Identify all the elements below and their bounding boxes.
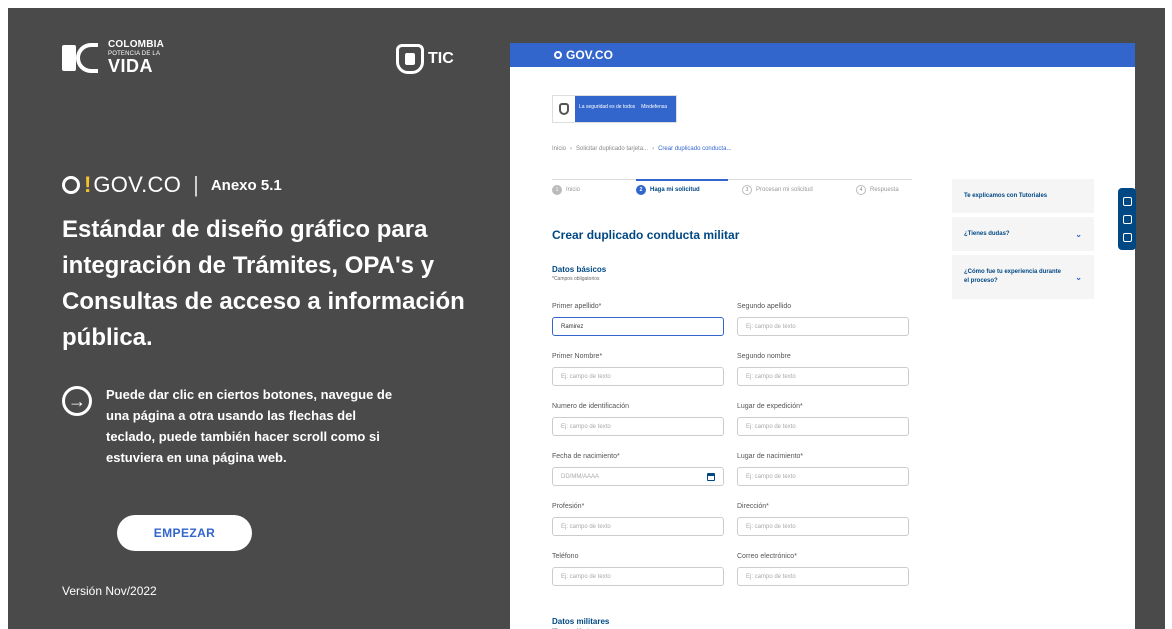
govco-icon — [62, 176, 80, 194]
field-primer-nombre: Primer Nombre* Ej: campo de texto — [552, 353, 724, 386]
mintic-logo: TIC — [396, 44, 454, 74]
chevron-down-icon: ⌄ — [1075, 229, 1082, 239]
field-telefono: Teléfono Ej: campo de texto — [552, 553, 724, 586]
govco-top-bar: GOV.CO — [510, 43, 1135, 67]
breadcrumb: Inicio › Solicitar duplicado tarjeta... › … — [552, 146, 732, 152]
divider: | — [193, 172, 199, 197]
ministry-logo: La seguridad es de todos Mindefensa — [552, 95, 677, 123]
step-3: 3 Procesan mi solicitud — [742, 185, 813, 195]
chevron-down-icon: ⌄ — [1075, 272, 1082, 282]
field-segundo-apellido: Segundo apellido Ej: campo de texto — [737, 303, 909, 336]
annex-label: Anexo 5.1 — [210, 176, 282, 194]
progress-stepper: 1 Inicio 2 Haga mi solicitud 3 Procesan mi … — [552, 179, 912, 197]
hint-text: Puede dar clic en ciertos botones, naveg… — [106, 387, 393, 465]
coat-of-arms-icon — [396, 44, 424, 74]
navigation-hint: → Puede dar clic en ciertos botones, nav… — [62, 384, 396, 468]
govco-accent: ! — [84, 172, 92, 197]
step-2: 2 Haga mi solicitud — [636, 185, 700, 195]
accessibility-toolbar — [1118, 188, 1136, 250]
version-label: Versión Nov/2022 — [62, 584, 157, 598]
section-basic-title: Datos básicos — [552, 265, 607, 274]
main-frame: COLOMBIA POTENCIA DE LA VIDA TIC ! GOV.C… — [8, 8, 1165, 629]
contrast-icon[interactable] — [1122, 196, 1132, 206]
telefono-input[interactable]: Ej: campo de texto — [552, 567, 724, 586]
required-note: *Campos obligatorios — [552, 276, 600, 282]
font-size-icon[interactable] — [1122, 214, 1132, 224]
profesion-input[interactable]: Ej: campo de texto — [552, 517, 724, 536]
lugar-nacimiento-input[interactable]: Ej: campo de texto — [737, 467, 909, 486]
primer-apellido-input[interactable]: Ramirez — [552, 317, 724, 336]
segundo-apellido-input[interactable]: Ej: campo de texto — [737, 317, 909, 336]
colombia-logo-mark — [62, 41, 102, 75]
correo-input[interactable]: Ej: campo de texto — [737, 567, 909, 586]
breadcrumb-current: Crear duplicado conducta... — [658, 146, 732, 152]
start-button[interactable]: EMPEZAR — [117, 515, 252, 551]
field-lugar-expedicion: Lugar de expedición* Ej: campo de texto — [737, 403, 909, 436]
colombia-potencia-de-la-vida-logo: COLOMBIA POTENCIA DE LA VIDA — [62, 40, 164, 75]
segundo-nombre-input[interactable]: Ej: campo de texto — [737, 367, 909, 386]
tutorials-card[interactable]: Te explicamos con Tutoriales — [952, 179, 1094, 213]
step-4: 4 Respuesta — [856, 185, 899, 195]
primer-nombre-input[interactable]: Ej: campo de texto — [552, 367, 724, 386]
ministry-slogan: La seguridad es de todos — [579, 104, 636, 110]
experience-card[interactable]: ¿Cómo fue tu experiencia durante el proc… — [952, 255, 1094, 299]
seal-icon — [553, 96, 575, 122]
govco-top-icon — [554, 51, 562, 59]
ministry-name: Mindefensa — [641, 104, 668, 110]
field-fecha-nacimiento: Fecha de nacimiento* DD/MM/AAAA — [552, 453, 724, 486]
lugar-expedicion-input[interactable]: Ej: campo de texto — [737, 417, 909, 436]
field-identificacion: Numero de identificación Ej: campo de te… — [552, 403, 724, 436]
logo-line-3: VIDA — [108, 56, 154, 76]
doubts-card[interactable]: ¿Tienes dudas? ⌄ — [952, 217, 1094, 251]
field-correo: Correo electrónico* Ej: campo de texto — [737, 553, 909, 586]
breadcrumb-item[interactable]: Solicitar duplicado tarjeta... — [576, 146, 648, 152]
fecha-nacimiento-input[interactable]: DD/MM/AAAA — [552, 467, 724, 486]
form-preview: GOV.CO La seguridad es de todos Mindefen… — [510, 43, 1135, 629]
direccion-input[interactable]: Ej: campo de texto — [737, 517, 909, 536]
field-profesion: Profesión* Ej: campo de texto — [552, 503, 724, 536]
govco-annex-line: ! GOV.CO | Anexo 5.1 — [62, 172, 282, 198]
field-direccion: Dirección* Ej: campo de texto — [737, 503, 909, 536]
govco-top-label: GOV.CO — [566, 48, 613, 62]
breadcrumb-item[interactable]: Inicio — [552, 146, 566, 152]
arrow-right-circle-icon: → — [62, 386, 92, 416]
field-primer-apellido: Primer apellido* Ramirez — [552, 303, 724, 336]
logo-line-1: COLOMBIA — [108, 39, 165, 50]
step-1: 1 Inicio — [552, 185, 580, 195]
font-size-small-icon[interactable] — [1122, 232, 1132, 242]
field-segundo-nombre: Segundo nombre Ej: campo de texto — [737, 353, 909, 386]
tic-label: TIC — [428, 50, 454, 67]
page-headline: Estándar de diseño gráfico para integrac… — [62, 216, 465, 351]
govco-label: GOV.CO — [93, 172, 182, 197]
identificacion-input[interactable]: Ej: campo de texto — [552, 417, 724, 436]
form-title: Crear duplicado conducta militar — [552, 228, 740, 242]
calendar-icon[interactable] — [707, 472, 715, 481]
section-military-title: Datos militares — [552, 617, 610, 626]
field-lugar-nacimiento: Lugar de nacimiento* Ej: campo de texto — [737, 453, 909, 486]
